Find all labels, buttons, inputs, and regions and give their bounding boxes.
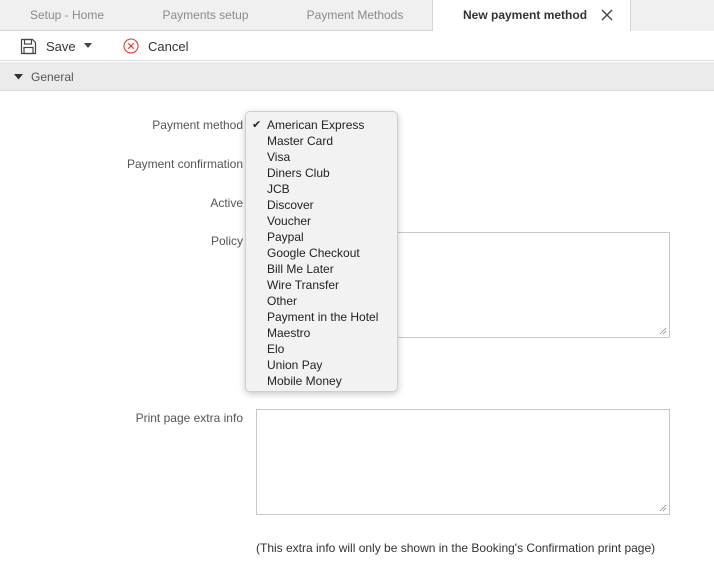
dropdown-option[interactable]: Paypal [246, 229, 397, 245]
floppy-disk-icon [20, 38, 37, 54]
collapse-triangle-icon [14, 74, 23, 80]
print-extra-info-label: Print page extra info [135, 411, 243, 425]
dropdown-option-label: Maestro [267, 326, 311, 340]
dropdown-option-label: Bill Me Later [267, 262, 334, 276]
dropdown-option[interactable]: Maestro [246, 325, 397, 341]
dropdown-option-label: Visa [267, 150, 291, 164]
dropdown-option[interactable]: Wire Transfer [246, 277, 397, 293]
dropdown-option[interactable]: Union Pay [246, 357, 397, 373]
dropdown-option-label: JCB [267, 182, 290, 196]
dropdown-option[interactable]: Other [246, 293, 397, 309]
print-extra-info-note: (This extra info will only be shown in t… [256, 541, 656, 555]
dropdown-option-label: Master Card [267, 134, 334, 148]
active-label: Active [210, 196, 243, 210]
caret-down-icon[interactable] [83, 43, 92, 49]
payment-confirmation-label: Payment confirmation [126, 157, 243, 171]
dropdown-option-label: Diners Club [267, 166, 330, 180]
payment-method-label: Payment method [152, 118, 243, 132]
dropdown-option-label: Mobile Money [267, 374, 342, 388]
dropdown-option[interactable]: Voucher [246, 213, 397, 229]
resize-grip-icon[interactable] [659, 504, 667, 512]
dropdown-option-label: Payment in the Hotel [267, 310, 379, 324]
tab-new-payment-method-label: New payment method [463, 8, 588, 22]
tab-new-payment-method[interactable]: New payment method [432, 0, 631, 32]
print-extra-info-textarea[interactable] [256, 409, 670, 515]
dropdown-option-label: Voucher [267, 214, 312, 228]
checkmark-icon: ✔ [252, 119, 262, 131]
dropdown-option[interactable]: Elo [246, 341, 397, 357]
toolbar: Save Cancel [0, 31, 714, 61]
tab-payment-methods[interactable]: Payment Methods [277, 0, 433, 31]
save-button[interactable]: Save [20, 31, 92, 61]
tab-bar-fill [631, 0, 714, 31]
dropdown-option[interactable]: Payment in the Hotel [246, 309, 397, 325]
policy-label: Policy [210, 234, 243, 248]
dropdown-option[interactable]: Master Card [246, 133, 397, 149]
tab-payments-setup[interactable]: Payments setup [134, 0, 277, 31]
dropdown-option-label: American Express [267, 118, 365, 132]
section-title: General [31, 70, 74, 84]
dropdown-option[interactable]: Visa [246, 149, 397, 165]
cancel-button[interactable]: Cancel [123, 31, 188, 61]
cancel-button-label: Cancel [148, 38, 189, 54]
dropdown-option[interactable]: Diners Club [246, 165, 397, 181]
dropdown-option-label: Other [267, 294, 298, 308]
cancel-circle-icon [123, 38, 139, 54]
dropdown-option[interactable]: Bill Me Later [246, 261, 397, 277]
dropdown-option[interactable]: Discover [246, 197, 397, 213]
tab-setup-home[interactable]: Setup - Home [0, 0, 134, 31]
dropdown-option[interactable]: JCB [246, 181, 397, 197]
dropdown-option-label: Paypal [267, 230, 304, 244]
dropdown-option-label: Wire Transfer [267, 278, 340, 292]
dropdown-option-label: Google Checkout [267, 246, 360, 260]
save-button-label: Save [46, 38, 76, 54]
dropdown-option[interactable]: Mobile Money [246, 373, 397, 389]
dropdown-option[interactable]: Google Checkout [246, 245, 397, 261]
section-general-header[interactable]: General [0, 62, 714, 91]
payment-method-dropdown[interactable]: ✔ American Express Master Card Visa Diners C… [245, 111, 398, 392]
dropdown-option[interactable]: ✔ American Express [246, 117, 397, 133]
dropdown-option-label: Union Pay [267, 358, 323, 372]
dropdown-option-label: Elo [267, 342, 285, 356]
resize-grip-icon[interactable] [659, 327, 667, 335]
tab-bar: Setup - Home Payments setup Payment Meth… [0, 0, 714, 32]
close-icon[interactable] [600, 8, 614, 22]
dropdown-option-label: Discover [267, 198, 314, 212]
